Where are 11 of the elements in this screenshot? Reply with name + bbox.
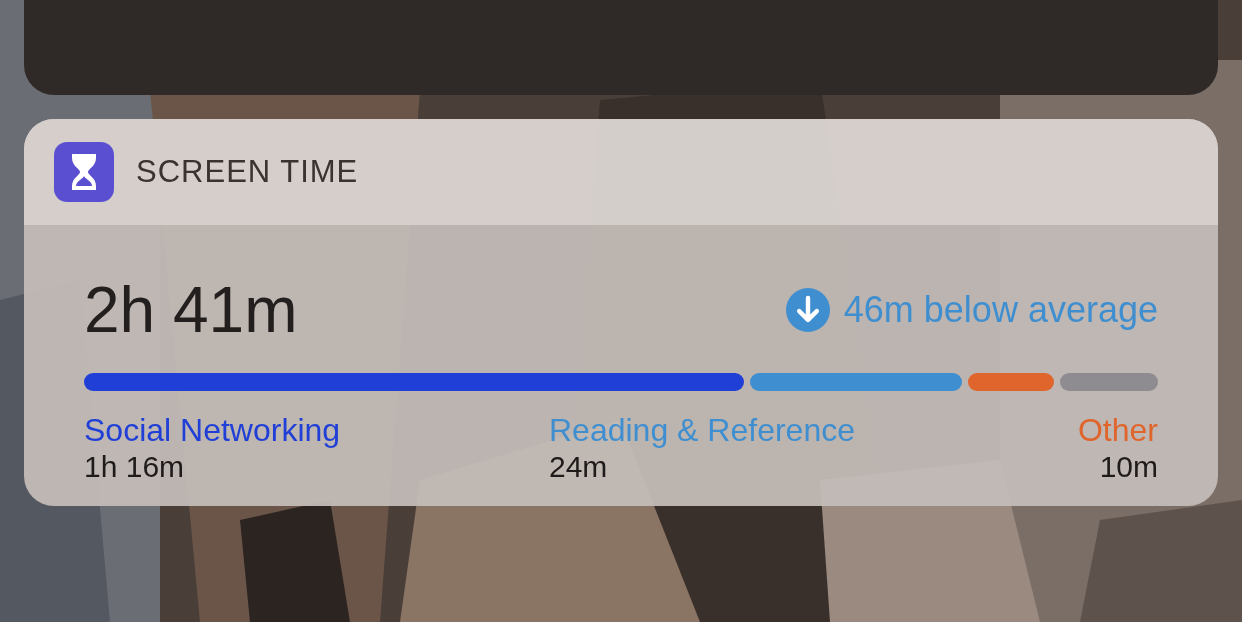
arrow-down-icon bbox=[785, 288, 830, 332]
category-time: 1h 16m bbox=[84, 449, 186, 486]
category-label: Social Networking bbox=[84, 411, 342, 450]
widget-title: SCREEN TIME bbox=[136, 154, 359, 190]
total-time: 2h 41m bbox=[84, 273, 298, 347]
category-time: 10m bbox=[1099, 449, 1158, 486]
comparison-text: 46m below average bbox=[843, 289, 1158, 331]
category-label: Reading & Reference bbox=[549, 411, 856, 450]
category-time: 24m bbox=[549, 449, 609, 486]
hourglass-icon bbox=[54, 142, 114, 202]
category-label: Other bbox=[1077, 411, 1158, 450]
